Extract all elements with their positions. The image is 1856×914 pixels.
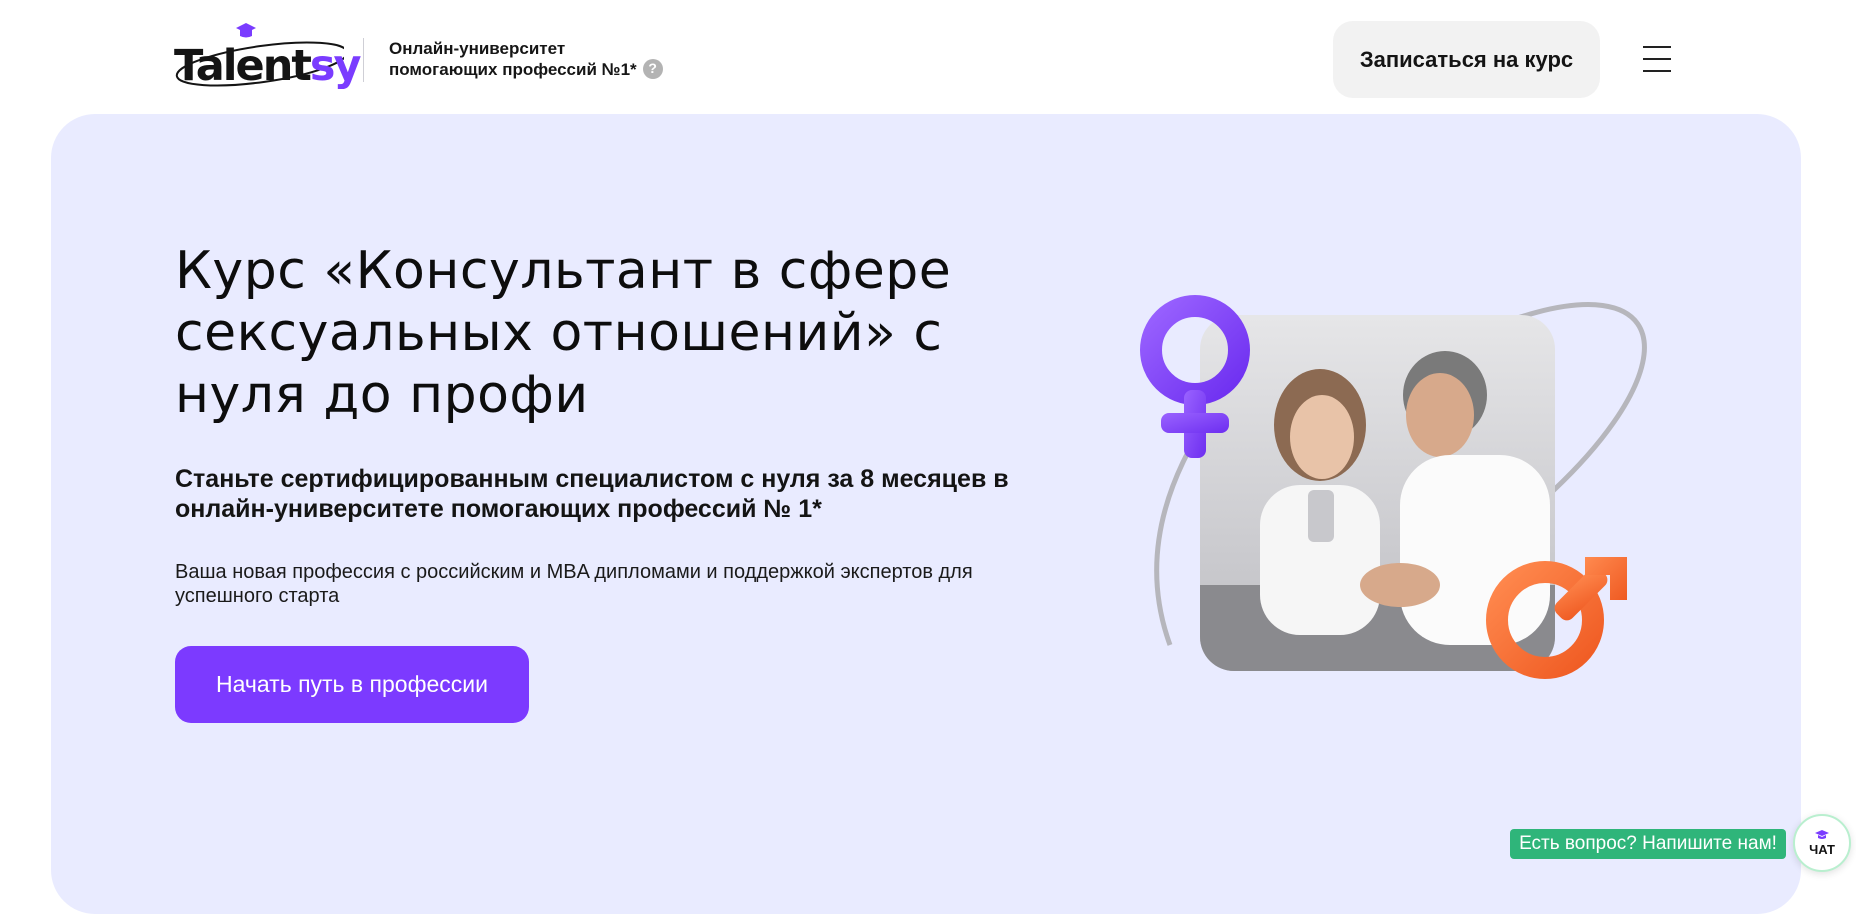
site-header: Talentsy Онлайн-университет помогающих п… — [0, 0, 1856, 114]
university-tagline: Онлайн-университет помогающих профессий … — [389, 38, 669, 81]
hamburger-menu-icon[interactable] — [1643, 46, 1671, 72]
page-title: Курс «Консультант в сфере сексуальных от… — [175, 241, 952, 425]
hero-illustration — [1140, 295, 1647, 679]
chat-button-label: ЧАТ — [1809, 841, 1835, 857]
hero-description: Ваша новая профессия с российским и MBA … — [175, 561, 973, 607]
start-career-button[interactable]: Начать путь в профессии — [175, 646, 529, 723]
chat-button[interactable]: ЧАТ — [1793, 814, 1851, 872]
header-divider — [363, 38, 364, 82]
chat-prompt-label[interactable]: Есть вопрос? Напишите нам! — [1510, 829, 1786, 859]
talentsy-logo[interactable]: Talentsy — [174, 20, 362, 94]
hero-subtitle: Станьте сертифицированным специалистом с… — [175, 465, 1009, 523]
help-icon[interactable]: ? — [642, 58, 663, 79]
graduation-cap-icon — [1815, 829, 1829, 839]
logo-wordmark: Talentsy — [174, 41, 362, 91]
enroll-course-button[interactable]: Записаться на курс — [1333, 21, 1600, 98]
